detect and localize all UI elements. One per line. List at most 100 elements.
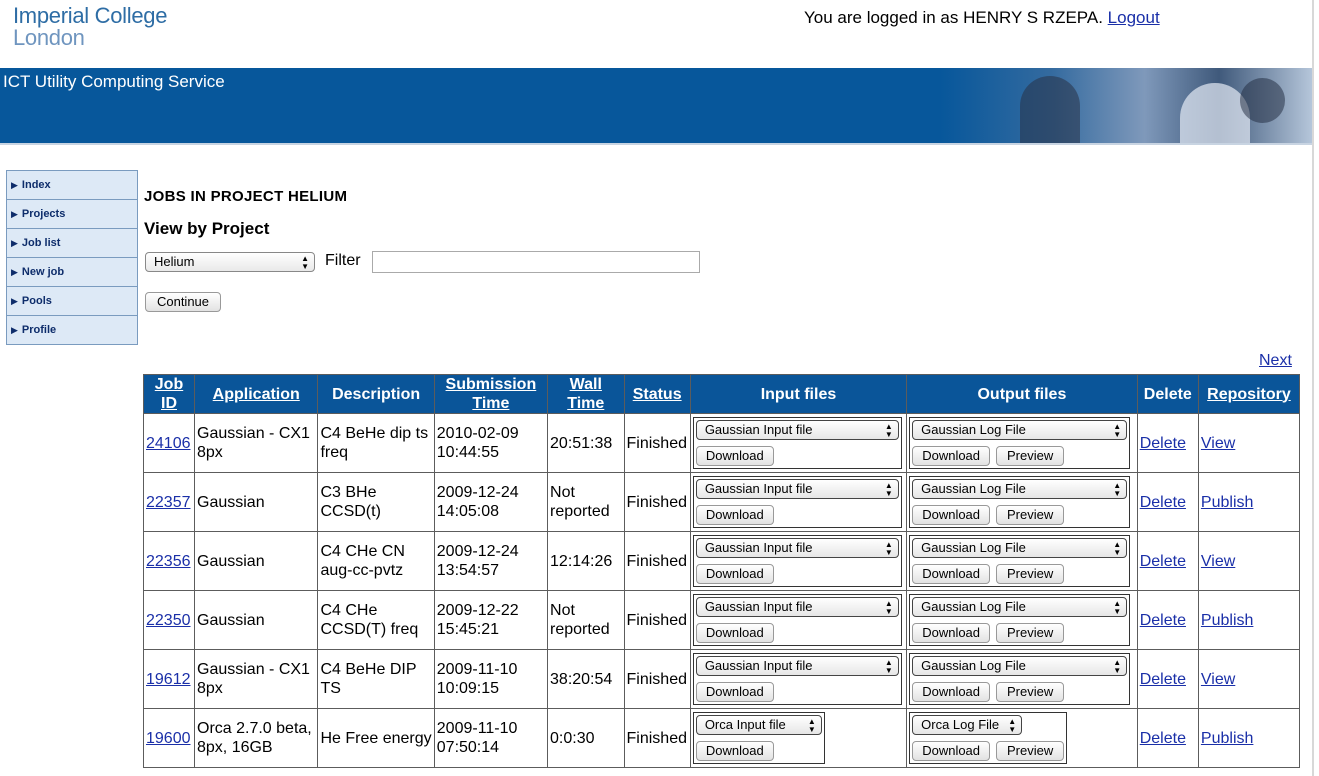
col-job-id[interactable]: Job ID xyxy=(144,375,194,413)
job-id-link[interactable]: 19600 xyxy=(146,730,191,747)
nav-item-pools[interactable]: ▶ Pools xyxy=(7,287,137,316)
select-arrows-icon: ▲ ▼ xyxy=(884,422,893,439)
input-files-cell: Orca Input file ▲ ▼ Download xyxy=(690,709,907,767)
logo-line1: Imperial College xyxy=(13,3,168,28)
job-id-link[interactable]: 22357 xyxy=(146,494,191,511)
job-id-cell: 22356 xyxy=(144,532,194,590)
job-id-link[interactable]: 24106 xyxy=(146,435,191,452)
delete-link[interactable]: Delete xyxy=(1140,612,1186,629)
select-arrows-icon: ▲ ▼ xyxy=(1113,422,1122,439)
application-cell: Gaussian - CX1 8px xyxy=(195,414,318,472)
input-file-select[interactable]: Gaussian Input file ▲ ▼ xyxy=(695,538,899,558)
output-file-select[interactable]: Orca Log File ▲ ▼ xyxy=(912,715,1023,735)
col-wall-time[interactable]: Wall Time xyxy=(548,375,624,413)
job-id-link[interactable]: 22356 xyxy=(146,553,191,570)
table-row: 19600 Orca 2.7.0 beta, 8px, 16GB He Free e… xyxy=(144,709,1299,767)
output-download-button[interactable]: Download xyxy=(912,564,991,584)
job-id-link[interactable]: 22350 xyxy=(146,612,191,629)
triangle-right-icon: ▶ xyxy=(11,266,18,277)
output-file-select[interactable]: Gaussian Log File ▲ ▼ xyxy=(912,597,1128,617)
output-file-select[interactable]: Gaussian Log File ▲ ▼ xyxy=(912,420,1128,440)
input-file-select[interactable]: Orca Input file ▲ ▼ xyxy=(695,715,822,735)
output-files-cell: Gaussian Log File ▲ ▼ Download Preview xyxy=(907,532,1137,590)
output-file-select[interactable]: Gaussian Log File ▲ ▼ xyxy=(912,538,1128,558)
status-cell: Finished xyxy=(624,709,690,767)
wall-time-cell: 38:20:54 xyxy=(548,650,624,708)
output-file-select[interactable]: Gaussian Log File ▲ ▼ xyxy=(912,656,1128,676)
project-select[interactable]: Helium ▲ ▼ xyxy=(145,252,315,272)
select-arrows-icon: ▲ ▼ xyxy=(884,540,893,557)
delete-link[interactable]: Delete xyxy=(1140,553,1186,570)
col-application[interactable]: Application xyxy=(195,375,318,413)
output-download-button[interactable]: Download xyxy=(912,446,991,466)
input-download-button[interactable]: Download xyxy=(695,446,774,466)
repository-link[interactable]: Publish xyxy=(1201,612,1253,629)
output-preview-button[interactable]: Preview xyxy=(996,446,1065,466)
output-preview-button[interactable]: Preview xyxy=(996,623,1065,643)
imperial-logo: Imperial College London xyxy=(13,5,167,49)
repository-link[interactable]: View xyxy=(1201,671,1235,688)
repository-link[interactable]: View xyxy=(1201,435,1235,452)
delete-link[interactable]: Delete xyxy=(1140,730,1186,747)
input-files-cell: Gaussian Input file ▲ ▼ Download xyxy=(690,414,907,472)
output-preview-button[interactable]: Preview xyxy=(996,564,1065,584)
filter-input[interactable] xyxy=(372,251,700,273)
output-preview-button[interactable]: Preview xyxy=(996,682,1065,702)
repository-link[interactable]: View xyxy=(1201,553,1235,570)
output-download-button[interactable]: Download xyxy=(912,505,991,525)
nav-item-profile[interactable]: ▶ Profile xyxy=(7,316,137,344)
nav-item-new-job[interactable]: ▶ New job xyxy=(7,258,137,287)
submission-time-cell: 2010-02-09 10:44:55 xyxy=(434,414,548,472)
input-file-box: Orca Input file ▲ ▼ Download xyxy=(692,712,825,764)
delete-link[interactable]: Delete xyxy=(1140,494,1186,511)
status-cell: Finished xyxy=(624,650,690,708)
col-repository[interactable]: Repository xyxy=(1198,375,1299,413)
input-download-button[interactable]: Download xyxy=(695,564,774,584)
next-page-link[interactable]: Next xyxy=(1259,352,1292,370)
output-download-button[interactable]: Download xyxy=(912,682,991,702)
input-download-button[interactable]: Download xyxy=(695,741,774,761)
nav-item-job-list[interactable]: ▶ Job list xyxy=(7,229,137,258)
input-file-select[interactable]: Gaussian Input file ▲ ▼ xyxy=(695,656,899,676)
col-submission-time[interactable]: Submission Time xyxy=(434,375,548,413)
output-download-button[interactable]: Download xyxy=(912,623,991,643)
delete-link[interactable]: Delete xyxy=(1140,671,1186,688)
window-edge xyxy=(1312,0,1314,776)
wall-time-cell: 0:0:30 xyxy=(548,709,624,767)
application-cell: Gaussian xyxy=(195,591,318,649)
continue-button[interactable]: Continue xyxy=(145,292,221,312)
col-description: Description xyxy=(318,375,434,413)
job-id-link[interactable]: 19612 xyxy=(146,671,191,688)
logout-link[interactable]: Logout xyxy=(1108,8,1160,27)
repository-link[interactable]: Publish xyxy=(1201,494,1253,511)
input-file-box: Gaussian Input file ▲ ▼ Download xyxy=(692,476,902,528)
wall-time-cell: 20:51:38 xyxy=(548,414,624,472)
output-preview-button[interactable]: Preview xyxy=(996,741,1065,761)
status-cell: Finished xyxy=(624,414,690,472)
delete-cell: Delete xyxy=(1137,709,1198,767)
nav-item-projects[interactable]: ▶ Projects xyxy=(7,200,137,229)
input-file-select[interactable]: Gaussian Input file ▲ ▼ xyxy=(695,420,899,440)
input-files-cell: Gaussian Input file ▲ ▼ Download xyxy=(690,591,907,649)
banner-underline xyxy=(0,143,1312,145)
submission-time-cell: 2009-12-24 13:54:57 xyxy=(434,532,548,590)
col-status[interactable]: Status xyxy=(624,375,690,413)
nav-item-index[interactable]: ▶ Index xyxy=(7,171,137,200)
input-download-button[interactable]: Download xyxy=(695,682,774,702)
output-preview-button[interactable]: Preview xyxy=(996,505,1065,525)
triangle-right-icon: ▶ xyxy=(11,208,18,219)
job-id-cell: 22357 xyxy=(144,473,194,531)
repository-link[interactable]: Publish xyxy=(1201,730,1253,747)
description-cell: C3 BHe CCSD(t) xyxy=(318,473,434,531)
output-file-select[interactable]: Gaussian Log File ▲ ▼ xyxy=(912,479,1128,499)
input-file-select[interactable]: Gaussian Input file ▲ ▼ xyxy=(695,479,899,499)
output-file-box: Gaussian Log File ▲ ▼ Download Preview xyxy=(909,653,1131,705)
input-download-button[interactable]: Download xyxy=(695,505,774,525)
repository-cell: View xyxy=(1198,414,1299,472)
output-download-button[interactable]: Download xyxy=(912,741,991,761)
delete-link[interactable]: Delete xyxy=(1140,435,1186,452)
submission-time-cell: 2009-11-10 07:50:14 xyxy=(434,709,548,767)
input-download-button[interactable]: Download xyxy=(695,623,774,643)
select-arrows-icon: ▲ ▼ xyxy=(1113,481,1122,498)
input-file-select[interactable]: Gaussian Input file ▲ ▼ xyxy=(695,597,899,617)
